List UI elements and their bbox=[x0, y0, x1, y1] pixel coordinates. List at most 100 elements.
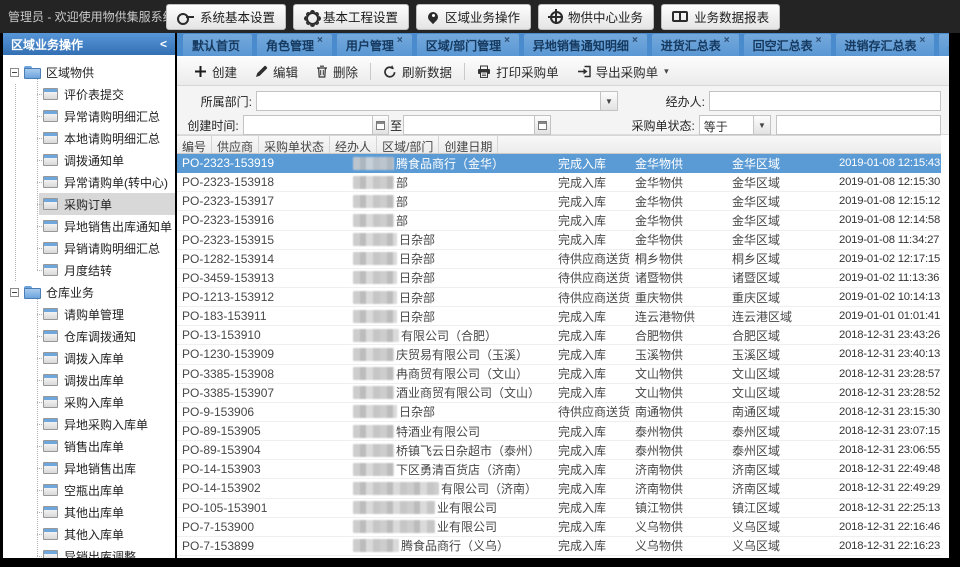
tab[interactable]: 用户管理 × bbox=[337, 34, 412, 56]
tab-close-icon[interactable]: × bbox=[724, 35, 730, 46]
redacted-block bbox=[353, 348, 394, 361]
table-row[interactable]: PO-3459-153913 日杂部 待供应商送货 诸暨物供 诸暨区域 2019… bbox=[177, 269, 941, 288]
status-value-input[interactable] bbox=[776, 115, 941, 135]
refresh-button[interactable]: 刷新数据 bbox=[374, 59, 461, 83]
tab[interactable]: 角色管理 × bbox=[257, 34, 332, 56]
cell-status: 完成入库 bbox=[553, 365, 630, 383]
tab[interactable]: 回空汇总表 × bbox=[744, 34, 831, 56]
tree-item[interactable]: 销售出库单 bbox=[39, 435, 175, 457]
tab-close-icon[interactable]: × bbox=[504, 35, 510, 46]
tab-close-icon[interactable]: × bbox=[397, 35, 403, 46]
column-header[interactable]: 经办人 bbox=[330, 136, 377, 153]
tab-close-icon[interactable]: × bbox=[632, 35, 638, 46]
table-row[interactable]: PO-1282-153914 日杂部 待供应商送货 桐乡物供 桐乡区域 2019… bbox=[177, 250, 941, 269]
table-row[interactable]: PO-7-153900 业有限公司 完成入库 义乌物供 义乌区域 2018-12… bbox=[177, 518, 941, 537]
delete-button[interactable]: 删除 bbox=[307, 59, 367, 83]
tree-item[interactable]: 异地销售出库 bbox=[39, 457, 175, 479]
table-row[interactable]: PO-89-153905 特酒业有限公司 完成入库 泰州物供 泰州区域 2018… bbox=[177, 422, 941, 441]
tree-item[interactable]: 其他出库单 bbox=[39, 501, 175, 523]
cell-created-date: 2019-01-08 12:14:58 bbox=[834, 211, 941, 229]
handler-input[interactable] bbox=[709, 91, 941, 111]
tree-folder-warehouse[interactable]: 仓库业务 bbox=[3, 281, 175, 303]
cell-handler: 义乌物供 bbox=[630, 518, 727, 536]
table-row[interactable]: PO-14-153902 有限公司（济南） 完成入库 济南物供 济南区域 201… bbox=[177, 479, 941, 498]
tab[interactable]: 进货汇总表 × bbox=[652, 34, 739, 56]
tree-item[interactable]: 调拨出库单 bbox=[39, 369, 175, 391]
chevron-down-icon[interactable]: ▼ bbox=[600, 92, 617, 110]
form-icon bbox=[43, 132, 58, 144]
column-header[interactable]: 区域/部门 bbox=[377, 136, 439, 153]
edit-button[interactable]: 编辑 bbox=[246, 59, 307, 83]
tab-close-icon[interactable]: × bbox=[920, 35, 926, 46]
table-row[interactable]: PO-1213-153912 日杂部 待供应商送货 重庆物供 重庆区域 2019… bbox=[177, 288, 941, 307]
supplier-text: 日杂部 bbox=[399, 250, 435, 267]
tab[interactable]: 区域/部门管理 × bbox=[417, 34, 519, 56]
topbar-button[interactable]: 系统基本设置 bbox=[166, 4, 286, 30]
sidebar-collapse-icon[interactable]: < bbox=[160, 37, 167, 51]
table-row[interactable]: PO-1230-153909 庆贸易有限公司（玉溪） 完成入库 玉溪物供 玉溪区… bbox=[177, 345, 941, 364]
status-op-combo[interactable]: 等于 ▼ bbox=[699, 115, 771, 135]
chevron-down-icon[interactable]: ▼ bbox=[753, 116, 770, 134]
tab-close-icon[interactable]: × bbox=[317, 35, 323, 46]
table-row[interactable]: PO-3385-153908 冉商贸有限公司（文山） 完成入库 文山物供 文山区… bbox=[177, 365, 941, 384]
table-row[interactable]: PO-89-153904 桥镇飞云日杂超市（泰州） 完成入库 泰州物供 泰州区域… bbox=[177, 441, 941, 460]
tree-item[interactable]: 本地请购明细汇总 bbox=[39, 127, 175, 149]
tree-folder-region[interactable]: 区域物供 bbox=[3, 61, 175, 83]
tree-item[interactable]: 月度结转 bbox=[39, 259, 175, 281]
dept-combo[interactable]: ▼ bbox=[256, 91, 618, 111]
tree-item[interactable]: 调拨入库单 bbox=[39, 347, 175, 369]
tree-item[interactable]: 采购入库单 bbox=[39, 391, 175, 413]
tree-item[interactable]: 异销请购明细汇总 bbox=[39, 237, 175, 259]
tree-item[interactable]: 异销出库调整 bbox=[39, 545, 175, 558]
tab-close-icon[interactable]: × bbox=[816, 35, 822, 46]
tab[interactable]: 异地销售通知明细 × bbox=[524, 34, 647, 56]
date-to-input[interactable] bbox=[404, 116, 534, 134]
status-op-value: 等于 bbox=[700, 116, 753, 134]
column-header[interactable]: 编号 bbox=[177, 136, 212, 153]
topbar-button[interactable]: 基本工程设置 bbox=[293, 4, 409, 30]
tree-item[interactable]: 采购订单 bbox=[39, 193, 175, 215]
tree-item[interactable]: 请购单管理 bbox=[39, 303, 175, 325]
table-row[interactable]: PO-2323-153918 部 完成入库 金华物供 金华区域 2019-01-… bbox=[177, 173, 941, 192]
tree-item[interactable]: 异地采购入库单 bbox=[39, 413, 175, 435]
topbar-button[interactable]: 物供中心业务 bbox=[538, 4, 654, 30]
tab[interactable]: 异地销售调整明细 × bbox=[939, 34, 949, 56]
table-row[interactable]: PO-13-153910 有限公司（合肥） 完成入库 合肥物供 合肥区域 201… bbox=[177, 326, 941, 345]
calendar-icon[interactable] bbox=[372, 116, 388, 134]
tree-item[interactable]: 仓库调拨通知 bbox=[39, 325, 175, 347]
cell-supplier: 特酒业有限公司 bbox=[348, 422, 553, 440]
cell-status: 完成入库 bbox=[553, 537, 630, 555]
tree-item[interactable]: 评价表提交 bbox=[39, 83, 175, 105]
table-row[interactable]: PO-14-153903 下区勇清百货店（济南） 完成入库 济南物供 济南区域 … bbox=[177, 460, 941, 479]
tree-item[interactable]: 异常请购明细汇总 bbox=[39, 105, 175, 127]
topbar-button[interactable]: 业务数据报表 bbox=[661, 4, 780, 30]
column-header[interactable]: 供应商 bbox=[212, 136, 259, 153]
cell-supplier: 日杂部 bbox=[348, 269, 553, 287]
table-row[interactable]: PO-2323-153916 部 完成入库 金华物供 金华区域 2019-01-… bbox=[177, 211, 941, 230]
column-header[interactable]: 采购单状态 bbox=[259, 136, 330, 153]
tree-item[interactable]: 异地销售出库通知单 bbox=[39, 215, 175, 237]
tab[interactable]: 默认首页 bbox=[183, 34, 252, 56]
table-row[interactable]: PO-9-153906 日杂部 待供应商送货 南通物供 南通区域 2018-12… bbox=[177, 403, 941, 422]
table-row[interactable]: PO-105-153901 业有限公司 完成入库 镇江物供 镇江区域 2018-… bbox=[177, 499, 941, 518]
table-row[interactable]: PO-2323-153915 日杂部 完成入库 金华物供 金华区域 2019-0… bbox=[177, 231, 941, 250]
table-row[interactable]: PO-183-153911 日杂部 完成入库 连云港物供 连云港区域 2019-… bbox=[177, 307, 941, 326]
calendar-icon[interactable] bbox=[534, 116, 550, 134]
print-button[interactable]: 打印采购单 bbox=[468, 59, 568, 83]
tree-item[interactable]: 异常请购单(转中心) bbox=[39, 171, 175, 193]
tree-item[interactable]: 调拨通知单 bbox=[39, 149, 175, 171]
create-button[interactable]: 创建 bbox=[185, 59, 246, 83]
tree-expander-icon[interactable] bbox=[10, 68, 19, 77]
topbar-button[interactable]: 区域业务操作 bbox=[416, 4, 531, 30]
table-row[interactable]: PO-2323-153919 腾食品商行（金华） 完成入库 金华物供 金华区域 … bbox=[177, 154, 941, 173]
export-button[interactable]: 导出采购单 ▾ bbox=[568, 59, 678, 83]
tree-item[interactable]: 空瓶出库单 bbox=[39, 479, 175, 501]
table-row[interactable]: PO-3385-153907 酒业商贸有限公司（文山） 完成入库 文山物供 文山… bbox=[177, 384, 941, 403]
column-header[interactable]: 创建日期 bbox=[439, 136, 498, 153]
tab[interactable]: 进销存汇总表 × bbox=[836, 34, 935, 56]
date-from-input[interactable] bbox=[244, 116, 372, 134]
table-row[interactable]: PO-7-153899 腾食品商行（义乌） 完成入库 义乌物供 义乌区域 201… bbox=[177, 537, 941, 556]
tree-expander-icon[interactable] bbox=[10, 288, 19, 297]
table-row[interactable]: PO-2323-153917 部 完成入库 金华物供 金华区域 2019-01-… bbox=[177, 192, 941, 211]
tree-item[interactable]: 其他入库单 bbox=[39, 523, 175, 545]
